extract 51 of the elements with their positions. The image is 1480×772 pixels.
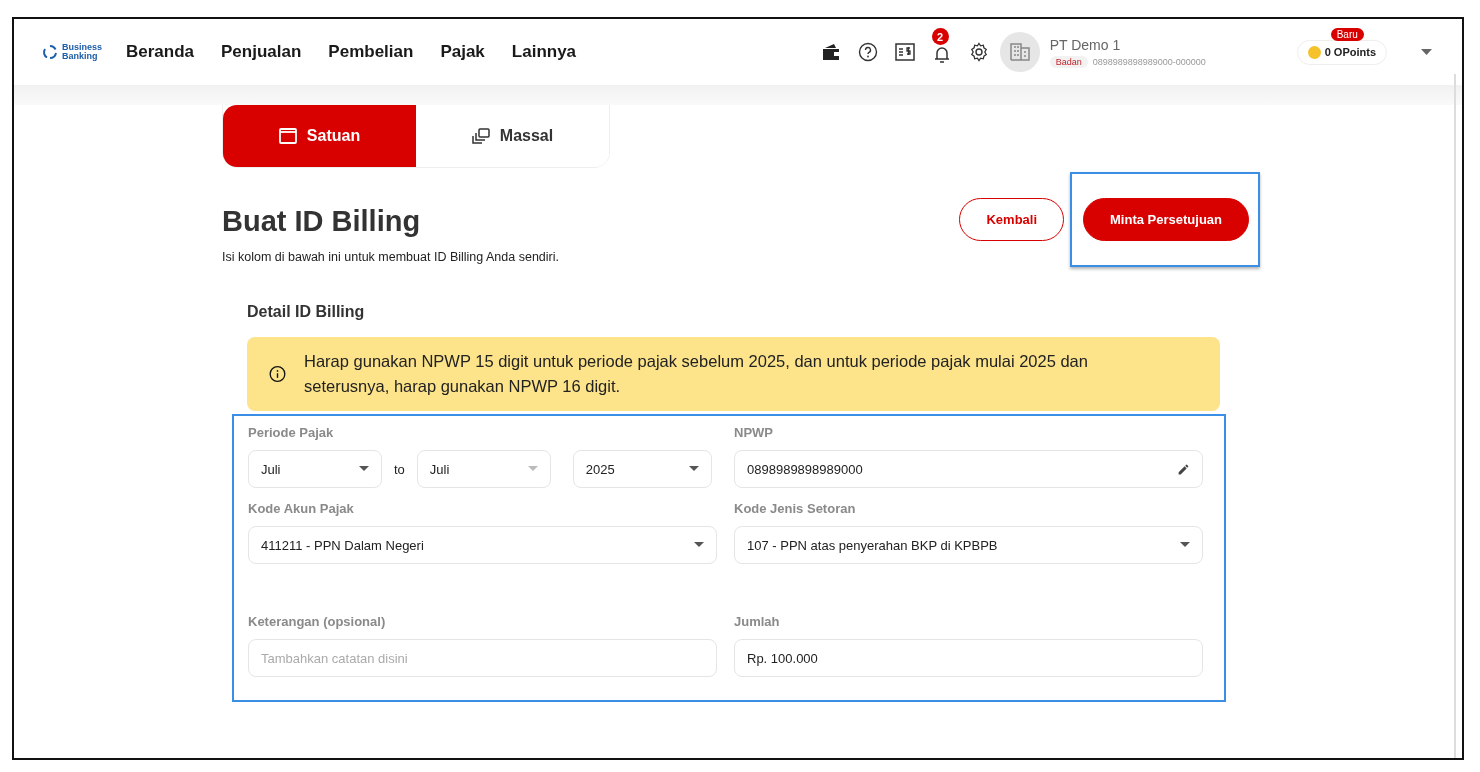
caret-icon [694,542,704,548]
scrollbar[interactable] [1454,74,1456,758]
mode-tab[interactable]: Satuan [223,105,416,167]
pencil-icon [1177,462,1190,476]
range-separator: to [393,461,406,477]
nav-link[interactable]: Penjualan [221,42,302,62]
window-icon [278,128,297,144]
page-subtitle: Isi kolom di bawah ini untuk membuat ID Billing Anda sendiri. [222,250,559,264]
select-field[interactable]: 2025 [572,450,712,488]
nav-link[interactable]: Lainnya [511,42,577,62]
bell-icon[interactable] [932,46,951,64]
alert-text: Harap gunakan NPWP 15 digit untuk periode pajak sebelum 2025, dan untuk periode pajak mulai 2025 dan seterusnya, harap gunakan NPWP 16 digit. [304,351,1089,397]
company-name: PT Demo 1 [1049,36,1122,53]
info-icon [269,363,286,385]
notification-badge: 2 [931,28,949,45]
select-field[interactable]: Juli [248,450,382,488]
settings-icon[interactable] [968,42,989,62]
invoice-icon[interactable] [894,43,915,61]
logo-text: Business Banking [62,43,104,61]
new-badge: Baru [1330,27,1364,41]
input-field[interactable]: 0898989898989000 [734,450,1203,488]
field-label: Kode Jenis Setoran [734,501,857,516]
coin-icon [1307,45,1321,59]
input-field[interactable]: Tambahkan catatan disini [248,639,717,677]
field-label: Keterangan (opsional) [248,614,387,629]
caret-icon [1180,542,1190,548]
caret-icon [688,466,699,472]
field-label: NPWP [734,425,774,440]
input-field[interactable]: Rp. 100.000 [734,639,1203,677]
select-field[interactable]: 107 - PPN atas penyerahan BKP di KPBPB [734,526,1203,564]
wallet-icon[interactable] [820,43,841,61]
caret-icon [359,466,369,472]
nav-link[interactable]: Pembelian [328,42,414,62]
entity-type-tag: Badan [1049,55,1088,68]
page-title: Buat ID Billing [222,205,422,238]
stacked-windows-icon [471,128,490,144]
nav-link[interactable]: Beranda [126,42,195,62]
nav-link[interactable]: Pajak [440,42,485,62]
field-label: Jumlah [734,614,781,629]
company-id: 0898989898989000-000000 [1092,56,1206,67]
logo-icon [42,44,58,60]
field-label: Kode Akun Pajak [248,501,355,516]
caret-icon[interactable] [1421,49,1432,55]
building-icon [1009,43,1030,61]
back-button[interactable]: Kembali [959,198,1065,241]
field-label: Periode Pajak [248,425,335,440]
caret-icon [527,466,538,472]
select-field[interactable]: 411211 - PPN Dalam Negeri [248,526,717,564]
request-approval-button[interactable]: Minta Persetujuan [1083,198,1249,241]
section-title: Detail ID Billing [247,303,366,321]
help-icon[interactable] [857,42,878,62]
